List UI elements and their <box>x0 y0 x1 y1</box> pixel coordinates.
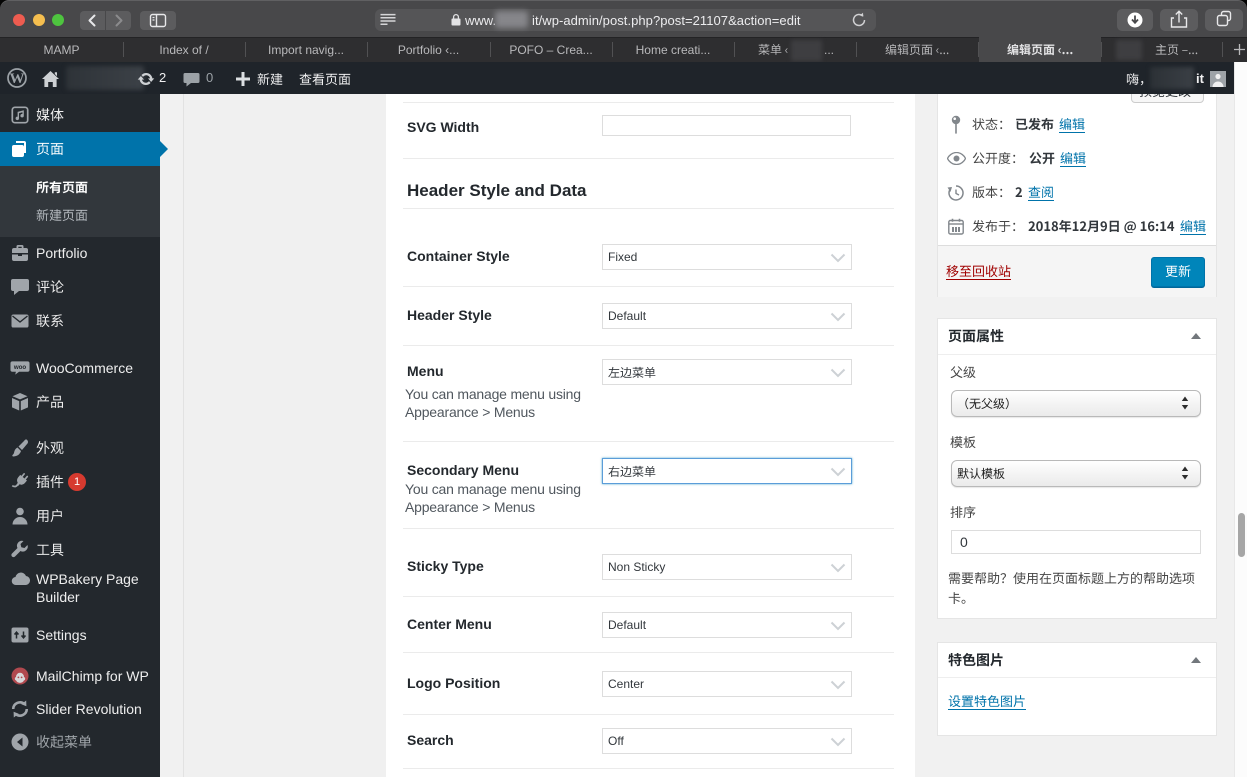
svg-text:W: W <box>10 71 25 87</box>
svg-text:woo: woo <box>13 364 27 371</box>
